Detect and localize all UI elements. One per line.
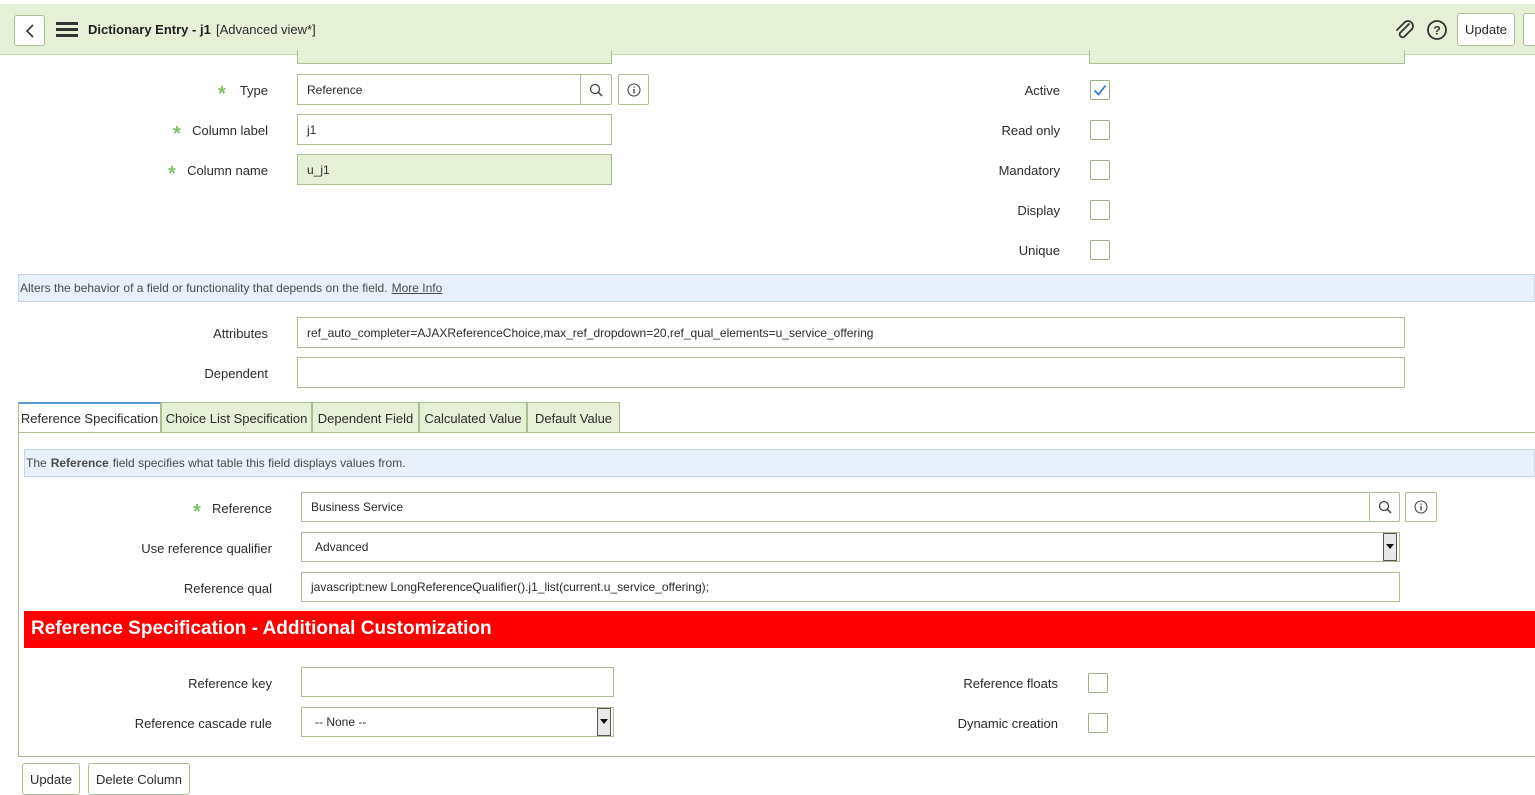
header-update-button[interactable]: Update [1457,13,1515,46]
chevron-down-icon[interactable] [597,708,611,736]
active-label: Active [1024,83,1060,98]
read-only-label: Read only [1001,123,1060,138]
active-checkbox[interactable] [1090,80,1110,100]
reference-qual-field[interactable]: javascript:new LongReferenceQualifier().… [301,572,1400,602]
info-icon [626,82,641,97]
type-info-button[interactable] [618,74,649,105]
scrolled-field-right[interactable] [1089,50,1405,64]
dynamic-creation-checkbox[interactable] [1088,713,1108,733]
dependent-field[interactable] [297,357,1405,388]
tab-calculated-value[interactable]: Calculated Value [419,402,527,433]
attributes-label: Attributes [213,326,268,341]
chevron-down-icon[interactable] [1383,533,1397,561]
menu-icon[interactable] [56,22,78,38]
reference-cascade-rule-select[interactable]: -- None -- [301,707,614,737]
read-only-checkbox[interactable] [1090,120,1110,140]
reference-key-field[interactable] [301,667,614,697]
search-icon [1378,500,1392,514]
page-title: Dictionary Entry - j1 [88,22,211,37]
header-overflow-button[interactable] [1523,13,1535,46]
reference-info-bar: The Reference field specifies what table… [24,449,1535,477]
tab-choice-list-specification[interactable]: Choice List Specification [161,402,312,433]
banner-title: Reference Specification - Additional Cus… [31,618,492,639]
more-info-link[interactable]: More Info [392,281,443,295]
back-button[interactable] [14,15,45,46]
search-icon [589,83,603,97]
type-lookup-button[interactable] [580,74,612,105]
dependent-label: Dependent [204,366,268,381]
attributes-info-bar: Alters the behavior of a field or functi… [18,274,1535,302]
mandatory-checkbox[interactable] [1090,160,1110,180]
mandatory-label: Mandatory [998,163,1060,178]
svg-text:?: ? [1433,24,1440,38]
attributes-field[interactable]: ref_auto_completer=AJAXReferenceChoice,m… [297,317,1405,348]
reference-floats-checkbox[interactable] [1088,673,1108,693]
tab-default-value[interactable]: Default Value [527,402,620,433]
update-button[interactable]: Update [22,763,80,795]
unique-label: Unique [1018,243,1060,258]
display-checkbox[interactable] [1090,200,1110,220]
tab-reference-specification[interactable]: Reference Specification [18,402,161,433]
chevron-left-icon [25,23,34,38]
reference-key-label: Reference key [188,676,272,691]
info-text: Alters the behavior of a field or functi… [20,281,388,295]
attachment-icon[interactable] [1394,19,1416,41]
info-icon [1414,500,1428,514]
use-reference-qualifier-label: Use reference qualifier [141,541,272,556]
tab-dependent-field[interactable]: Dependent Field [312,402,419,433]
reference-cascade-rule-label: Reference cascade rule [134,716,272,731]
unique-checkbox[interactable] [1090,240,1110,260]
column-name-field[interactable]: u_j1 [297,154,612,185]
column-label-field[interactable]: j1 [297,114,612,145]
reference-qual-label: Reference qual [183,581,272,596]
column-label-label: Column label [192,123,268,138]
display-label: Display [1017,203,1060,218]
scrolled-field-left[interactable] [297,50,612,64]
view-indicator: [Advanced view*] [216,22,316,37]
reference-label: Reference [212,501,272,516]
type-label: Type [239,83,268,98]
reference-floats-label: Reference floats [963,676,1058,691]
delete-column-button[interactable]: Delete Column [88,763,190,795]
reference-field[interactable]: Business Service [301,492,1370,522]
type-field[interactable]: Reference [297,74,581,105]
checkmark-icon [1093,84,1107,96]
use-reference-qualifier-select[interactable]: Advanced [301,532,1400,562]
column-name-label: Column name [187,163,268,178]
dynamic-creation-label: Dynamic creation [957,716,1058,731]
reference-info-button[interactable] [1405,492,1437,522]
help-icon[interactable]: ? [1426,19,1448,41]
reference-lookup-button[interactable] [1369,492,1400,522]
